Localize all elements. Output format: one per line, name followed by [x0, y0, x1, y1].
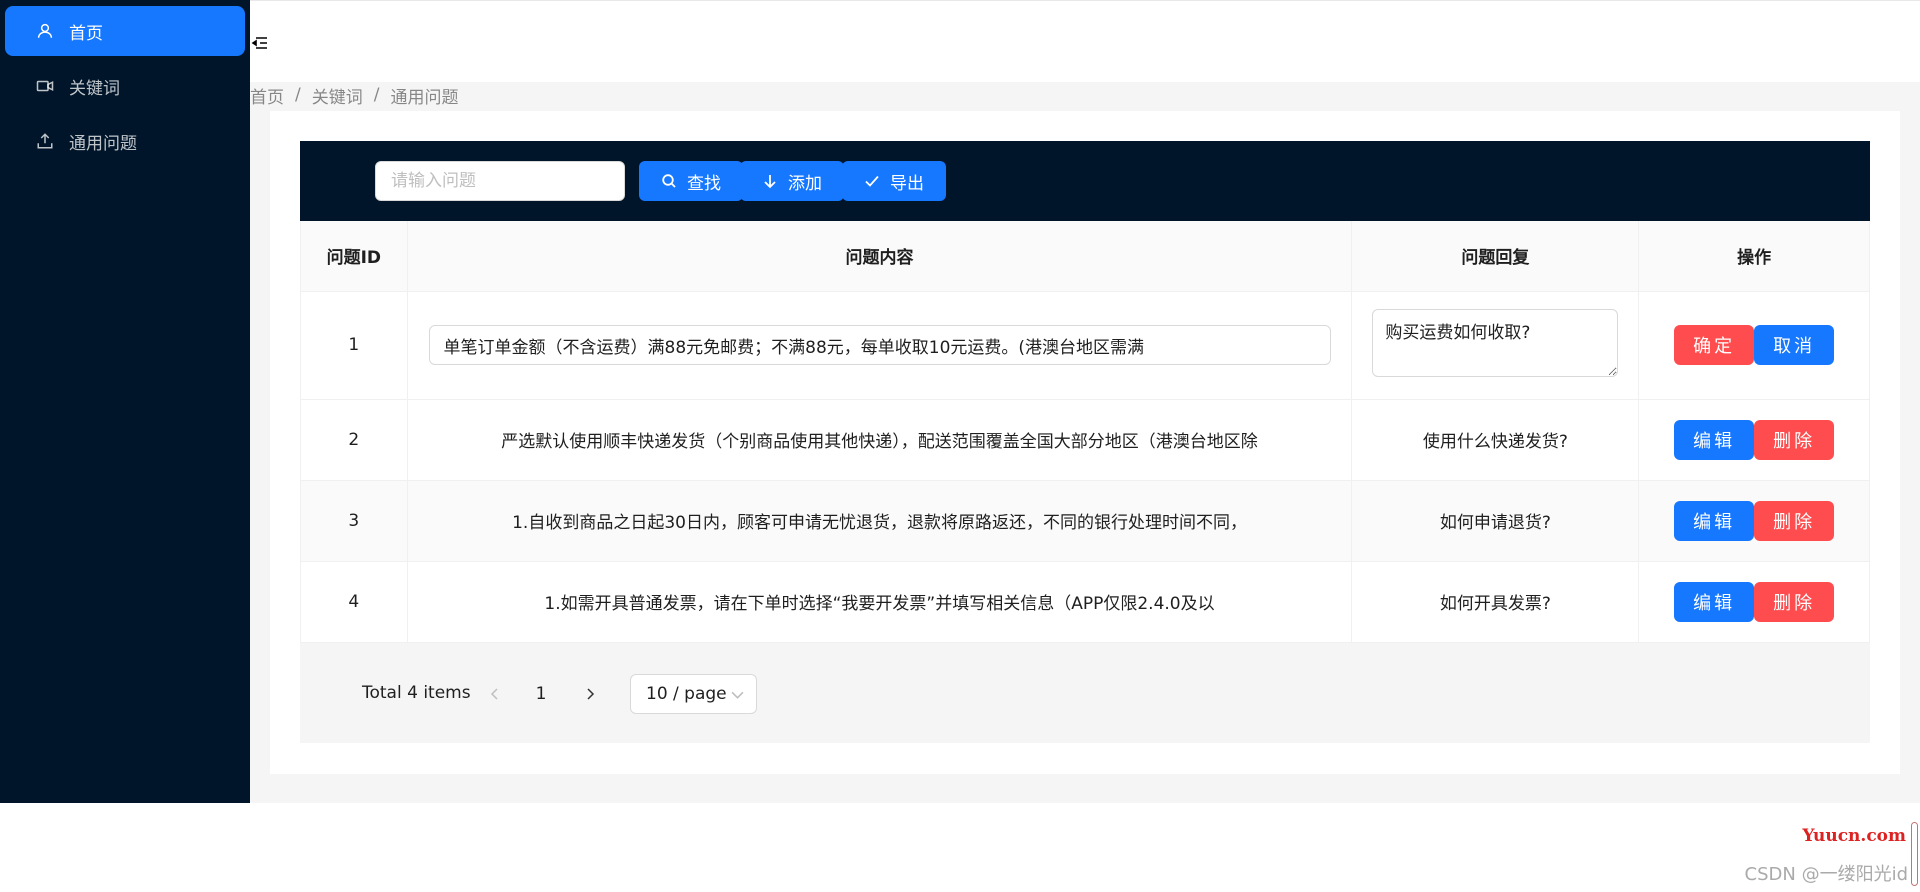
- cell-content: [407, 291, 1353, 400]
- delete-button[interactable]: 删除: [1754, 500, 1835, 541]
- confirm-button[interactable]: 确定: [1674, 325, 1755, 365]
- cell-id: 3: [300, 480, 408, 562]
- cancel-button[interactable]: 取消: [1754, 325, 1835, 365]
- menu-fold-icon[interactable]: [250, 33, 270, 53]
- cell-actions: 确定 取消: [1638, 291, 1870, 400]
- table-row: 3 1.自收到商品之日起30日内，顾客可申请无忧退货，退款将原路返还，不同的银行…: [300, 480, 1870, 562]
- watermark-decoration: [1911, 822, 1918, 886]
- cell-content: 1.自收到商品之日起30日内，顾客可申请无忧退货，退款将原路返还，不同的银行处理…: [407, 480, 1353, 562]
- arrow-down-icon: [764, 175, 776, 189]
- table-row: 4 1.如需开具普通发票，请在下单时选择“我要开发票”并填写相关信息（APP仅限…: [300, 561, 1870, 643]
- cell-id: 4: [300, 561, 408, 643]
- video-camera-icon: [35, 76, 55, 96]
- sidebar-item-keywords[interactable]: 关键词: [5, 61, 245, 111]
- chevron-left-icon[interactable]: [482, 681, 508, 707]
- author-watermark: CSDN @一缕阳光id: [1744, 864, 1908, 885]
- export-button[interactable]: 导出: [842, 161, 946, 201]
- column-header-actions: 操作: [1638, 221, 1870, 292]
- breadcrumb-separator: /: [295, 85, 301, 105]
- search-button[interactable]: 查找: [639, 161, 743, 201]
- cell-content: 严选默认使用顺丰快递发货（个别商品使用其他快递），配送范围覆盖全国大部分地区（港…: [407, 399, 1353, 481]
- add-button[interactable]: 添加: [740, 161, 844, 201]
- check-icon: [865, 175, 879, 187]
- search-icon: [662, 174, 676, 188]
- column-header-id: 问题ID: [300, 221, 408, 292]
- sidebar-item-label: 首页: [69, 23, 103, 44]
- breadcrumb-item-current: 通用问题: [390, 87, 459, 108]
- pagination-page[interactable]: 1: [528, 681, 554, 707]
- column-header-reply: 问题回复: [1351, 221, 1640, 292]
- cell-reply: 购买运费如何收取?: [1351, 291, 1640, 400]
- sidebar-item-common-questions[interactable]: 通用问题: [5, 116, 245, 166]
- page-size-select[interactable]: 10 / page: [630, 674, 757, 714]
- user-icon: [35, 21, 55, 41]
- sidebar-item-home[interactable]: 首页: [5, 6, 245, 56]
- cell-actions: 编辑 删除: [1638, 480, 1870, 562]
- cell-id: 2: [300, 399, 408, 481]
- cell-id: 1: [300, 291, 408, 400]
- breadcrumb: 首页 / 关键词 / 通用问题: [250, 83, 459, 108]
- sidebar-item-label: 关键词: [69, 78, 120, 99]
- cell-content: 1.如需开具普通发票，请在下单时选择“我要开发票”并填写相关信息（APP仅限2.…: [407, 561, 1353, 643]
- table-row: 1 购买运费如何收取? 确定 取消: [300, 291, 1870, 400]
- column-header-content: 问题内容: [407, 221, 1353, 292]
- toolbar: 查找 添加 导出: [300, 141, 1870, 221]
- edit-button[interactable]: 编辑: [1674, 419, 1755, 460]
- table-row: 2 严选默认使用顺丰快递发货（个别商品使用其他快递），配送范围覆盖全国大部分地区…: [300, 399, 1870, 481]
- delete-button[interactable]: 删除: [1754, 419, 1835, 460]
- site-watermark: Yuucn.com: [1802, 826, 1906, 846]
- pagination: Total 4 items 1 10 / page: [300, 643, 1870, 743]
- questions-table: 问题ID 问题内容 问题回复 操作 1 购买运费如何收取? 确定 取消 2 严选…: [300, 221, 1870, 643]
- upload-icon: [35, 131, 55, 151]
- sidebar-item-label: 通用问题: [69, 133, 137, 154]
- sidebar: 首页 关键词 通用问题: [0, 0, 250, 803]
- edit-button[interactable]: 编辑: [1674, 500, 1755, 541]
- cell-reply: 如何申请退货?: [1351, 480, 1640, 562]
- header: [250, 0, 1920, 82]
- breadcrumb-item[interactable]: 首页: [250, 83, 284, 108]
- cell-reply: 使用什么快递发货?: [1351, 399, 1640, 481]
- table-header-row: 问题ID 问题内容 问题回复 操作: [300, 221, 1870, 292]
- reply-edit-textarea[interactable]: 购买运费如何收取?: [1372, 308, 1619, 377]
- chevron-right-icon[interactable]: [577, 681, 603, 707]
- cell-reply: 如何开具发票?: [1351, 561, 1640, 643]
- breadcrumb-separator: /: [373, 85, 380, 105]
- search-input[interactable]: [375, 161, 625, 201]
- breadcrumb-item[interactable]: 关键词: [312, 83, 363, 108]
- chevron-down-icon: [731, 691, 744, 699]
- edit-button[interactable]: 编辑: [1674, 581, 1755, 622]
- cell-actions: 编辑 删除: [1638, 399, 1870, 481]
- pagination-total: Total 4 items: [362, 683, 471, 703]
- delete-button[interactable]: 删除: [1754, 581, 1835, 622]
- content-edit-input[interactable]: [428, 325, 1331, 365]
- cell-actions: 编辑 删除: [1638, 561, 1870, 643]
